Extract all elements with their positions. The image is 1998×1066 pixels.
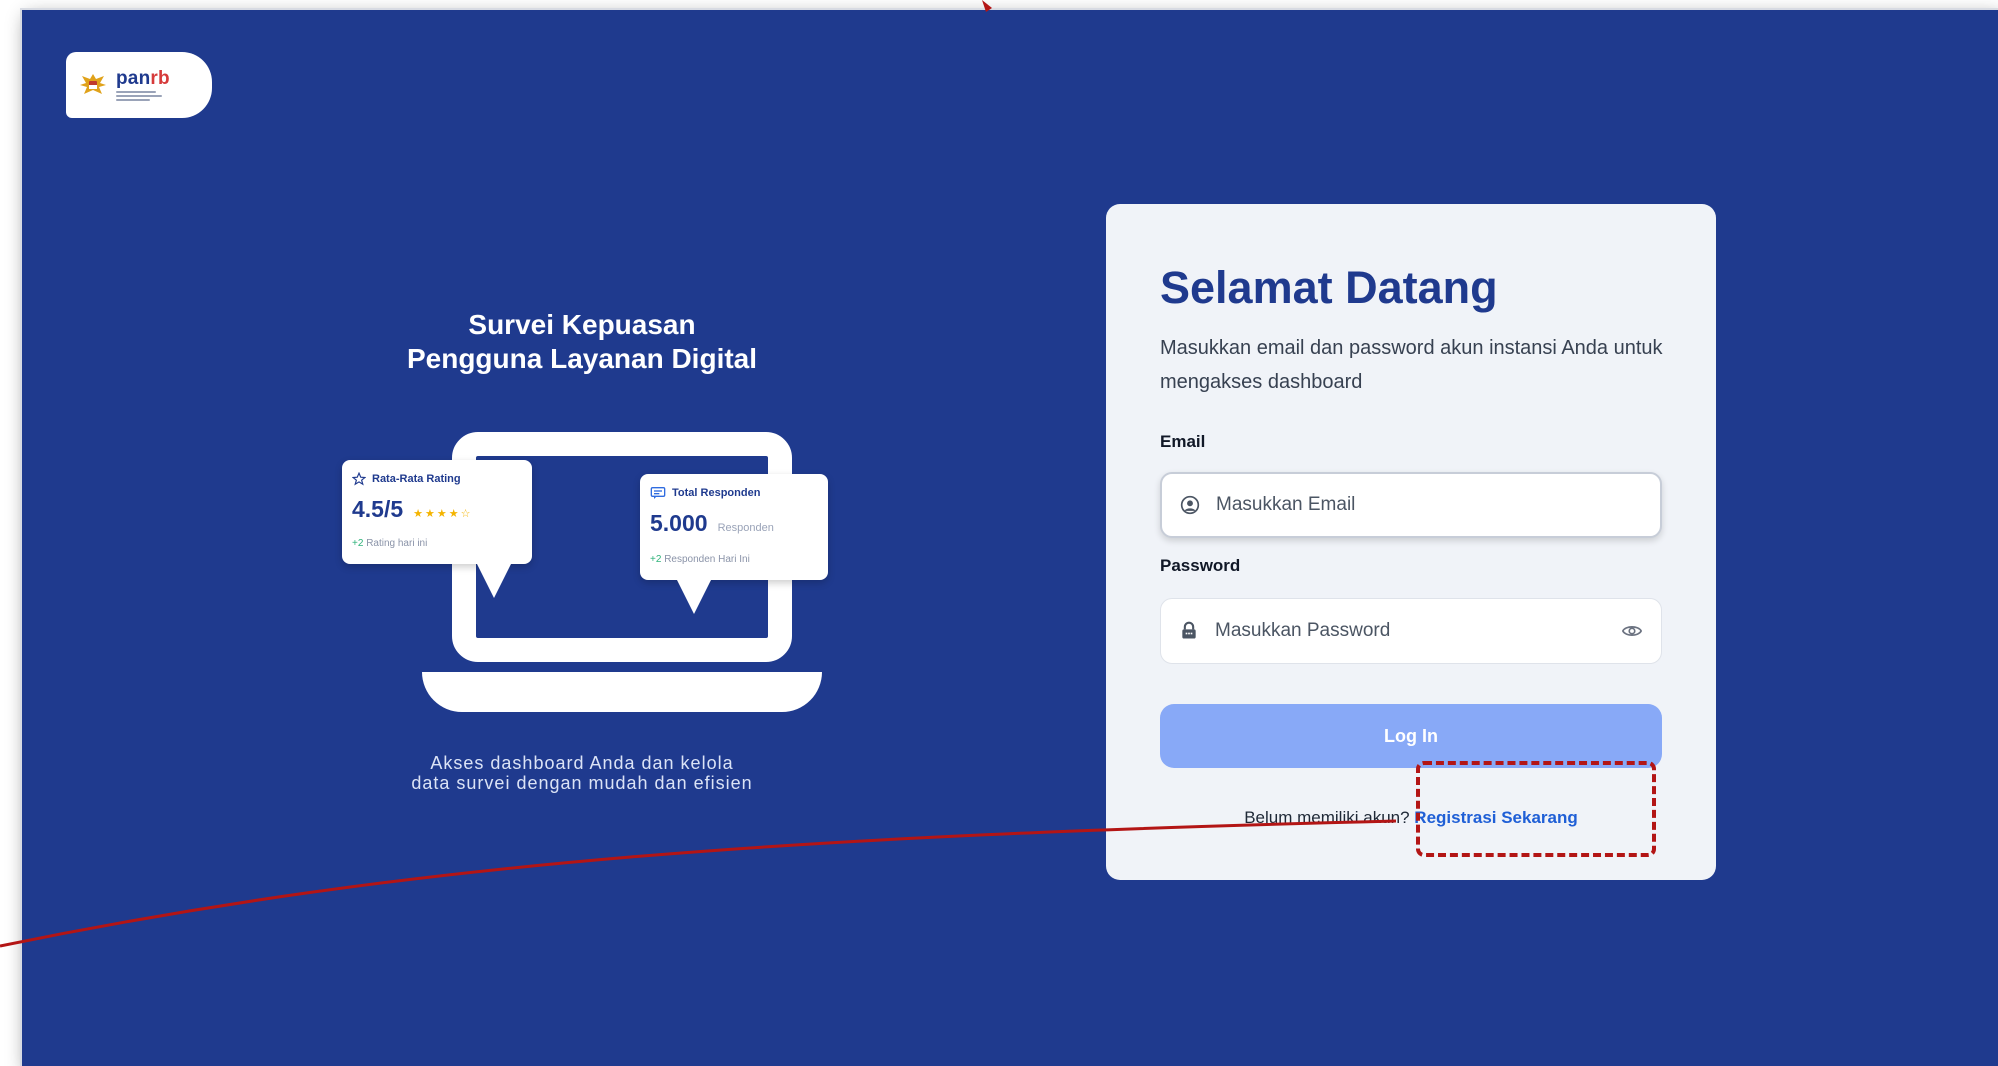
respondent-value: 5.000 xyxy=(650,510,708,536)
password-label: Password xyxy=(1160,556,1241,575)
register-link[interactable]: Registrasi Sekarang xyxy=(1414,808,1577,827)
hero-subtitle-line1: Akses dashboard Anda dan kelola xyxy=(430,753,734,773)
respondent-card-label: Total Responden xyxy=(672,487,761,499)
panrb-logo: panrb xyxy=(66,52,212,118)
respondent-unit: Responden xyxy=(717,522,774,534)
app-window: panrb Survei Kepuasan Pengguna Layanan D… xyxy=(22,10,1998,1066)
login-title: Selamat Datang xyxy=(1160,262,1498,313)
hero-subtitle: Akses dashboard Anda dan kelola data sur… xyxy=(312,753,852,793)
email-label: Email xyxy=(1160,432,1206,451)
chat-icon xyxy=(650,487,666,499)
register-row: Belum memiliki akun? Registrasi Sekarang xyxy=(1106,808,1716,828)
email-input[interactable] xyxy=(1216,494,1596,516)
hero-subtitle-line2: data survei dengan mudah dan efisien xyxy=(411,773,753,793)
hero-title: Survei Kepuasan Pengguna Layanan Digital xyxy=(312,308,852,376)
login-panel: Selamat Datang Masukkan email dan passwo… xyxy=(1106,204,1716,880)
rating-value: 4.5/5 xyxy=(352,496,404,522)
logo-wordmark: panrb xyxy=(116,68,170,89)
respondent-card: Total Responden 5.000 Responden +2 Respo… xyxy=(640,474,828,614)
login-button[interactable]: Log In xyxy=(1160,704,1662,768)
login-description: Masukkan email dan password akun instans… xyxy=(1160,337,1663,393)
rating-stars: ★★★★☆ xyxy=(413,508,473,520)
star-outline-icon xyxy=(352,472,366,486)
lock-icon xyxy=(1182,621,1196,639)
rating-card-label: Rata-Rata Rating xyxy=(372,473,461,485)
user-circle-icon xyxy=(1180,495,1200,515)
hero-title-line1: Survei Kepuasan xyxy=(468,309,696,340)
password-field[interactable] xyxy=(1160,598,1662,664)
rating-card: Rata-Rata Rating 4.5/5 ★★★★☆ +2 Rating h… xyxy=(342,460,532,598)
eye-icon[interactable] xyxy=(1621,620,1643,642)
logo-tagline xyxy=(116,91,170,101)
email-field[interactable] xyxy=(1160,472,1662,538)
respondent-card-foot: +2 Responden Hari Ini xyxy=(650,554,750,565)
password-input[interactable] xyxy=(1215,620,1595,642)
laptop-base xyxy=(422,672,822,712)
register-prompt: Belum memiliki akun? xyxy=(1244,808,1410,827)
rating-card-foot: +2 Rating hari ini xyxy=(352,538,428,549)
garuda-emblem-icon xyxy=(80,74,106,94)
hero-title-line2: Pengguna Layanan Digital xyxy=(406,343,758,374)
